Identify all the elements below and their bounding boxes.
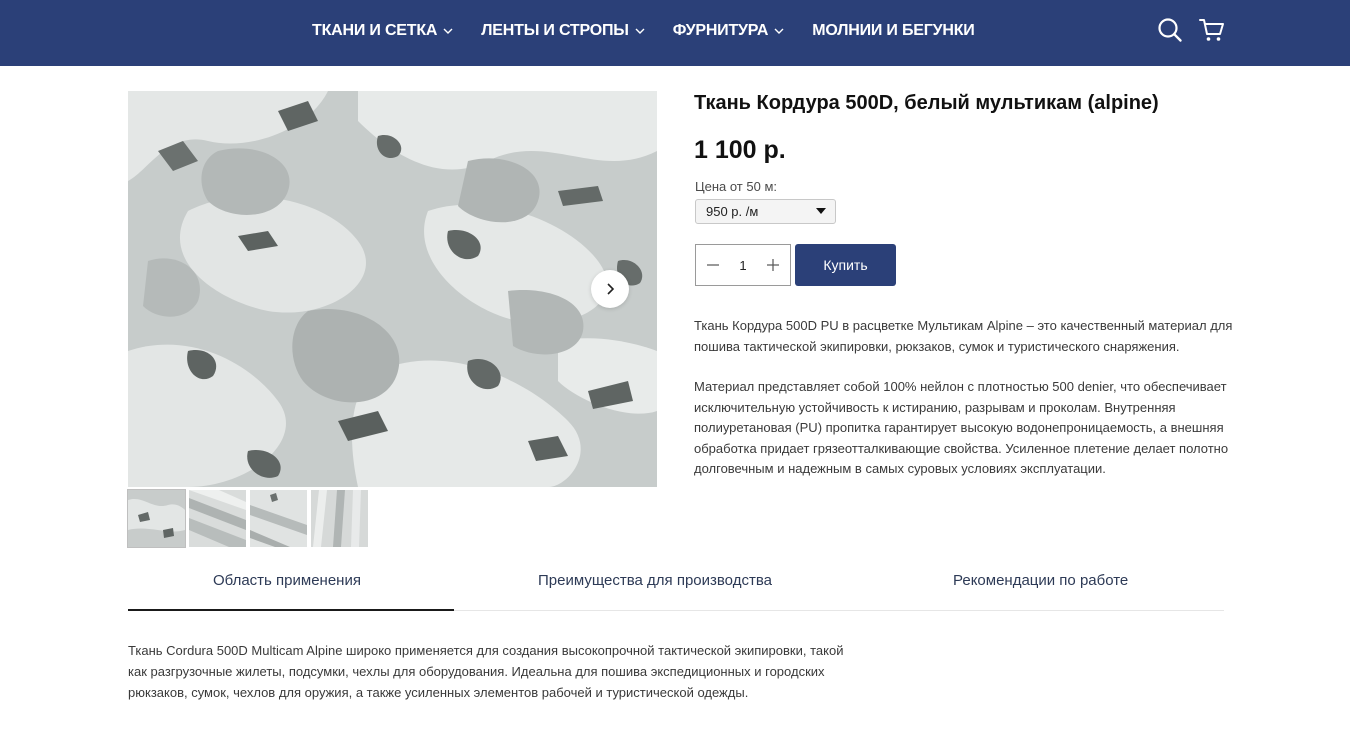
product-description: Ткань Кордура 500D PU в расцветке Мульти…: [694, 316, 1234, 480]
thumbnail-image: [250, 490, 307, 547]
description-paragraph: Ткань Кордура 500D PU в расцветке Мульти…: [694, 318, 1233, 354]
nav-item-tapes[interactable]: ЛЕНТЫ И СТРОПЫ: [481, 22, 645, 40]
nav-label: МОЛНИИ И БЕГУНКИ: [812, 22, 975, 39]
tab-content: Ткань Cordura 500D Multicam Alpine широк…: [128, 643, 844, 700]
quantity-stepper: 1: [695, 244, 791, 286]
chevron-down-icon: [774, 28, 784, 34]
thumbnail-3[interactable]: [250, 490, 307, 547]
bulk-price-select[interactable]: 950 р. /м: [695, 199, 836, 224]
nav-item-zippers[interactable]: МОЛНИИ И БЕГУНКИ: [812, 22, 975, 40]
tab-work-recommendations[interactable]: Рекомендации по работе: [953, 572, 1128, 589]
nav-item-hardware[interactable]: ФУРНИТУРА: [673, 22, 784, 40]
increment-button[interactable]: [766, 258, 780, 272]
description-paragraph: Материал представляет собой 100% нейлон …: [694, 379, 1229, 476]
thumbnail-image: [189, 490, 246, 547]
thumbnail-1[interactable]: [127, 489, 186, 548]
product-title: Ткань Кордура 500D, белый мультикам (alp…: [694, 92, 1159, 114]
gallery-next-button[interactable]: [591, 270, 629, 308]
main-nav: ТКАНИ И СЕТКА ЛЕНТЫ И СТРОПЫ ФУРНИТУРА М…: [312, 0, 975, 62]
bulk-price-label: Цена от 50 м:: [695, 179, 777, 194]
buy-button[interactable]: Купить: [795, 244, 896, 286]
product-price: 1 100 р.: [694, 136, 786, 164]
tab-production-advantages[interactable]: Преимущества для производства: [538, 572, 772, 589]
nav-label: ЛЕНТЫ И СТРОПЫ: [481, 22, 629, 39]
chevron-down-icon: [443, 28, 453, 34]
plus-icon: [766, 259, 779, 271]
chevron-down-icon: [635, 28, 645, 34]
tab-application-area[interactable]: Область применения: [213, 572, 361, 589]
thumbnail-image: [128, 490, 185, 547]
nav-item-fabrics[interactable]: ТКАНИ И СЕТКА: [312, 22, 453, 40]
product-main-image[interactable]: [128, 91, 657, 487]
quantity-value[interactable]: 1: [739, 258, 746, 273]
thumbnail-image: [311, 490, 368, 547]
cart-icon[interactable]: [1198, 16, 1226, 44]
active-tab-indicator: [128, 609, 454, 611]
info-tabs: Область применения Преимущества для прои…: [128, 566, 1224, 611]
nav-label: ФУРНИТУРА: [672, 22, 769, 39]
decrement-button[interactable]: [706, 258, 720, 272]
bulk-price-value: 950 р. /м: [706, 204, 759, 219]
search-icon[interactable]: [1156, 16, 1184, 44]
nav-label: ТКАНИ И СЕТКА: [312, 22, 438, 39]
caret-down-icon: [816, 208, 826, 214]
top-navigation-bar: ТКАНИ И СЕТКА ЛЕНТЫ И СТРОПЫ ФУРНИТУРА М…: [0, 0, 1350, 66]
thumbnail-4[interactable]: [311, 490, 368, 547]
camo-fabric-image: [128, 91, 657, 487]
thumbnail-2[interactable]: [189, 490, 246, 547]
minus-icon: [707, 264, 719, 266]
thumbnail-strip: [127, 489, 372, 548]
chevron-right-icon: [607, 283, 615, 295]
